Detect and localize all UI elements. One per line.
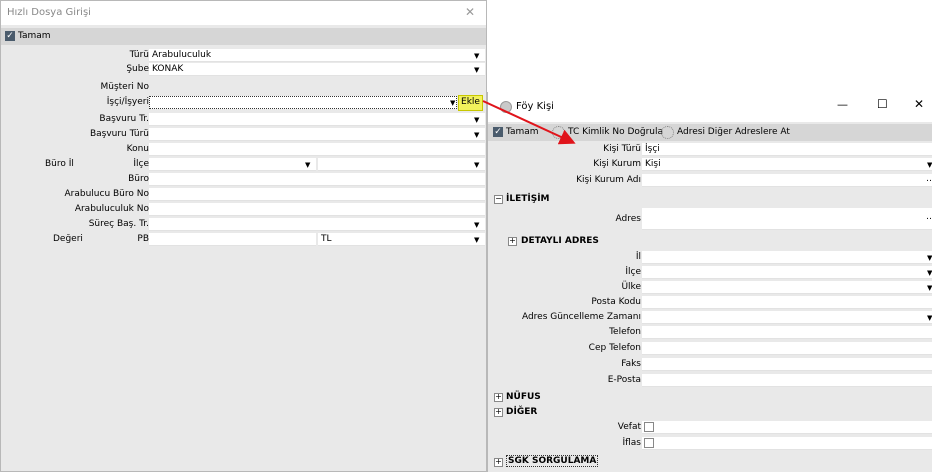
annotation-arrow bbox=[482, 100, 576, 145]
